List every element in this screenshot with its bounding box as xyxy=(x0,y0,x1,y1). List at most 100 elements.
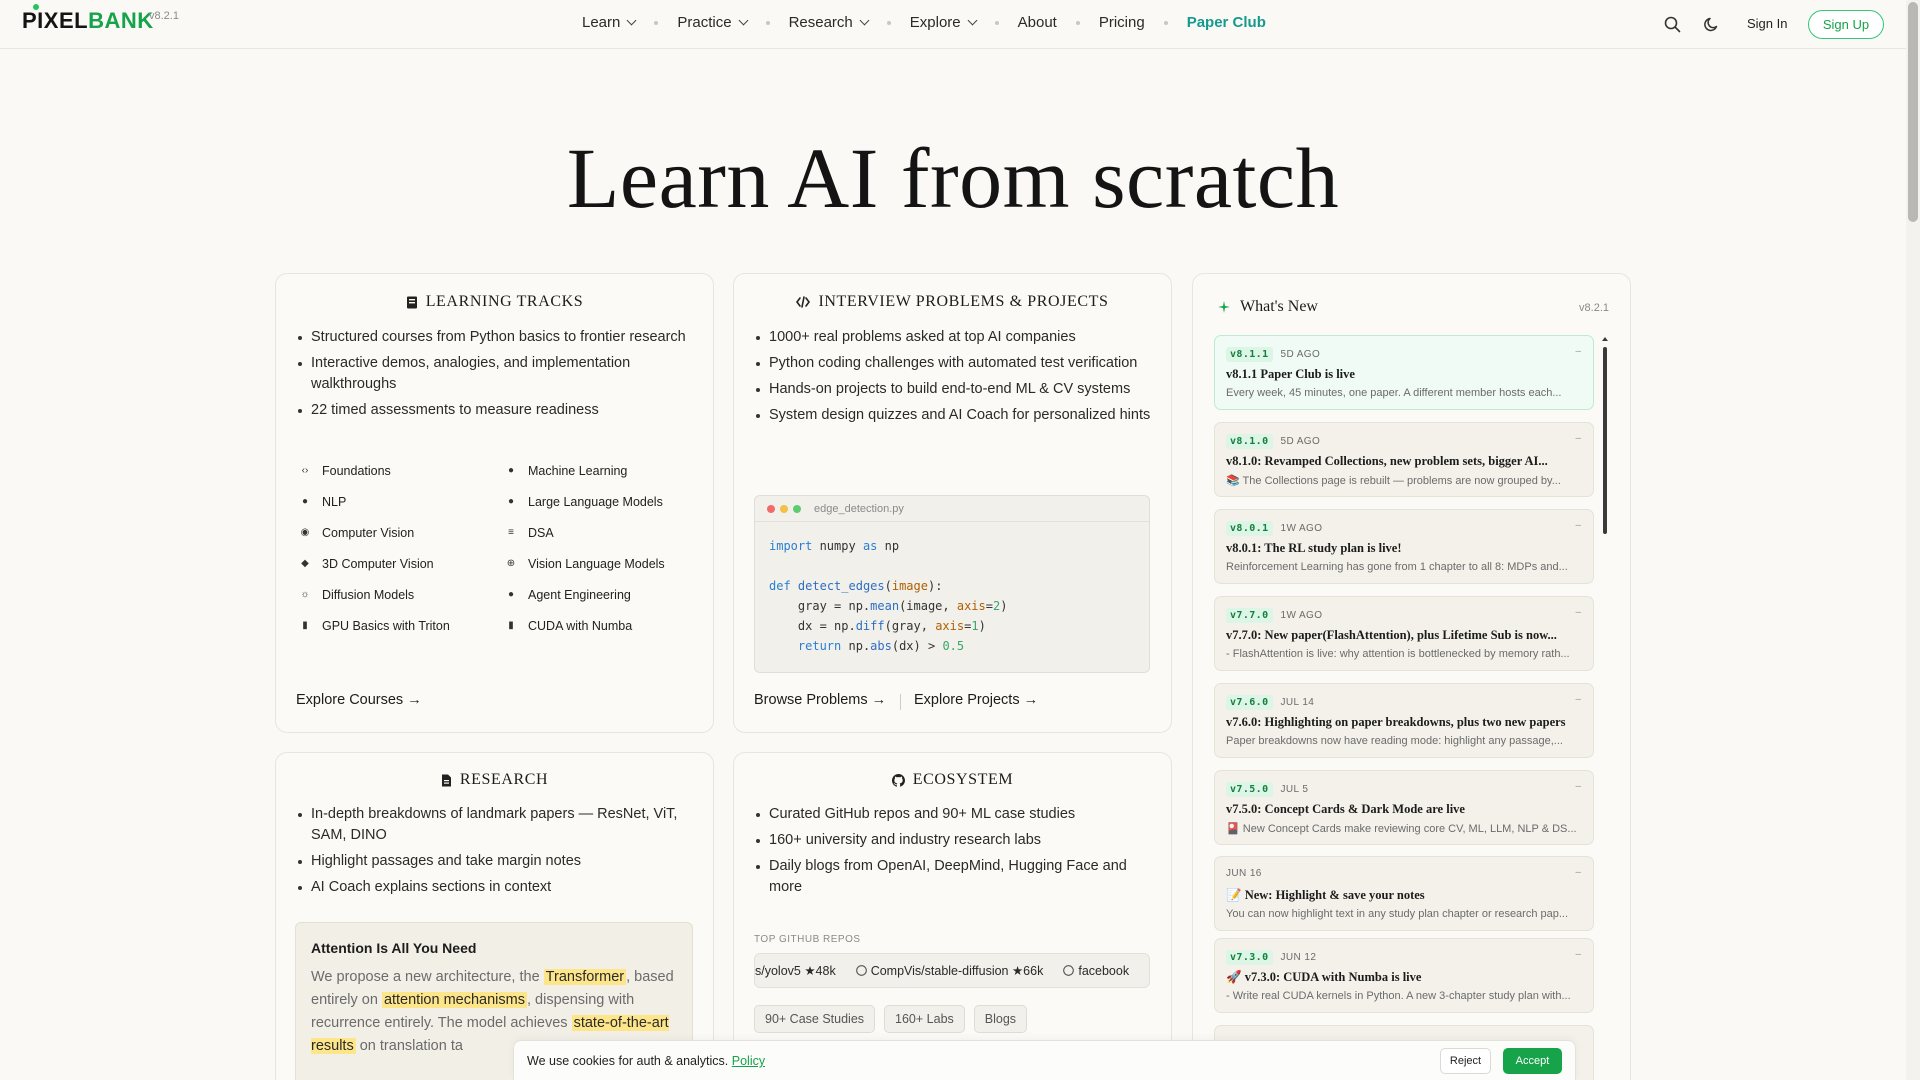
track-machine-learning[interactable]: ● Machine Learning xyxy=(506,462,706,479)
moon-icon[interactable] xyxy=(1700,13,1722,35)
code-title-bar: edge_detection.py xyxy=(755,496,1149,522)
chip-blogs[interactable]: Blogs xyxy=(973,1005,1028,1033)
list-item: Hands-on projects to build end-to-end ML… xyxy=(754,379,1154,400)
item-title: 📝 New: Highlight & save your notes xyxy=(1226,888,1425,902)
chip-case-studies[interactable]: 90+ Case Studies xyxy=(754,1005,876,1033)
browse-problems-link[interactable]: Browse Problems → xyxy=(754,692,886,708)
repo-item[interactable]: facebook xyxy=(1063,963,1129,978)
chevron-down-icon xyxy=(859,15,870,26)
nav-learn[interactable]: Learn xyxy=(582,14,637,31)
item-title: v7.7.0: New paper(FlashAttention), plus … xyxy=(1226,628,1557,642)
reject-button[interactable]: Reject xyxy=(1440,1048,1491,1074)
track-computer-vision[interactable]: ◉ Computer Vision xyxy=(300,524,506,541)
repo-marquee: s/yolov5 ★48k CompVis/stable-diffusion ★… xyxy=(754,953,1150,988)
sign-up-button[interactable]: Sign Up xyxy=(1808,10,1884,39)
track-cuda[interactable]: ▮ CUDA with Numba xyxy=(506,617,706,634)
nav-separator xyxy=(1075,20,1080,25)
track-nlp[interactable]: ● NLP xyxy=(300,493,506,510)
github-icon xyxy=(891,773,905,787)
track-dsa[interactable]: ≡ DSA xyxy=(506,524,706,541)
logo-text-1: PIXEL xyxy=(22,8,89,33)
item-date: JUN 12 xyxy=(1280,952,1317,963)
version-tag: v8.1.0 xyxy=(1226,434,1273,449)
list-item: Interactive demos, analogies, and implem… xyxy=(296,353,696,395)
item-desc: Reinforcement Learning has gone from 1 c… xyxy=(1226,561,1568,573)
highlight[interactable]: attention mechanisms xyxy=(381,992,527,1008)
track-diffusion[interactable]: ☼ Diffusion Models xyxy=(300,586,506,603)
explore-courses-link[interactable]: Explore Courses → xyxy=(296,692,422,708)
whats-new-version: v8.2.1 xyxy=(1579,302,1609,314)
code-icon xyxy=(796,296,811,308)
eye-icon: ◉ xyxy=(300,526,310,538)
repo-item[interactable]: s/yolov5 ★48k xyxy=(755,963,836,978)
whats-new-panel: What's New v8.2.1 v8.1.1 5D AGO – v8.1.1 … xyxy=(1192,273,1631,1080)
expand-icon[interactable]: – xyxy=(1575,433,1581,444)
chip-labs[interactable]: 160+ Labs xyxy=(884,1005,965,1033)
track-vlm[interactable]: ⊕ Vision Language Models xyxy=(506,555,706,572)
code-icon: ‹› xyxy=(301,464,309,476)
track-agent[interactable]: ● Agent Engineering xyxy=(506,586,706,603)
item-desc: - FlashAttention is live: why attention … xyxy=(1226,648,1570,660)
highlight[interactable]: Transformer xyxy=(543,969,627,985)
scroll-up-arrow[interactable] xyxy=(1602,337,1608,341)
brain-icon: ● xyxy=(507,464,515,476)
interview-bullets: 1000+ real problems asked at top AI comp… xyxy=(754,327,1154,431)
list-item: In-depth breakdowns of landmark papers —… xyxy=(296,804,696,846)
code-snippet: import numpy as np def detect_edges(imag… xyxy=(769,539,1008,653)
changelog-item[interactable]: v8.0.1 1W AGO – v8.0.1: The RL study plan… xyxy=(1214,509,1594,584)
window-dot-yellow xyxy=(780,504,788,513)
research-bullets: In-depth breakdowns of landmark papers —… xyxy=(296,804,696,903)
item-title: v7.5.0: Concept Cards & Dark Mode are li… xyxy=(1226,802,1465,816)
nav-practice[interactable]: Practice xyxy=(677,14,749,31)
expand-icon[interactable]: – xyxy=(1575,346,1581,357)
item-date: JUL 14 xyxy=(1280,697,1315,708)
expand-icon[interactable]: – xyxy=(1575,607,1581,618)
accept-button[interactable]: Accept xyxy=(1503,1048,1562,1074)
expand-icon[interactable]: – xyxy=(1575,781,1581,792)
changelog-item[interactable]: JUN 16 – 📝 New: Highlight & save your no… xyxy=(1214,856,1594,931)
nav-explore[interactable]: Explore xyxy=(910,14,978,31)
track-foundations[interactable]: ‹› Foundations xyxy=(300,462,506,479)
ecosystem-heading: ECOSYSTEM xyxy=(734,771,1171,789)
nav-research[interactable]: Research xyxy=(789,14,870,31)
search-icon[interactable] xyxy=(1661,13,1683,35)
track-llm[interactable]: ● Large Language Models xyxy=(506,493,706,510)
nav-separator xyxy=(886,20,891,25)
expand-icon[interactable]: – xyxy=(1575,867,1581,878)
changelog-item[interactable]: v8.1.0 5D AGO – v8.1.0: Revamped Collecti… xyxy=(1214,422,1594,497)
logo[interactable]: PIXELBANK xyxy=(22,8,154,38)
list-item: System design quizzes and AI Coach for p… xyxy=(754,405,1154,426)
changelog-item[interactable]: v8.1.1 5D AGO – v8.1.1 Paper Club is live… xyxy=(1214,335,1594,410)
nav-pricing[interactable]: Pricing xyxy=(1099,14,1145,31)
item-title: v8.1.1 Paper Club is live xyxy=(1226,367,1355,381)
expand-icon[interactable]: – xyxy=(1575,520,1581,531)
changelog-item[interactable]: v7.3.0 JUN 12 – 🚀 v7.3.0: CUDA with Numba… xyxy=(1214,938,1594,1013)
repo-item[interactable]: CompVis/stable-diffusion ★66k xyxy=(855,963,1043,978)
nav-paper-club[interactable]: Paper Club xyxy=(1187,14,1266,31)
expand-icon[interactable]: – xyxy=(1575,694,1581,705)
changelog-item[interactable]: v7.7.0 1W AGO – v7.7.0: New paper(FlashAt… xyxy=(1214,596,1594,671)
item-date: 1W AGO xyxy=(1280,523,1323,534)
sign-in-link[interactable]: Sign In xyxy=(1747,16,1787,31)
expand-icon[interactable]: – xyxy=(1575,949,1581,960)
explore-projects-link[interactable]: Explore Projects → xyxy=(914,692,1038,708)
nav-about[interactable]: About xyxy=(1018,14,1057,31)
version-tag: v7.3.0 xyxy=(1226,950,1273,965)
changelog-item[interactable]: v7.6.0 JUL 14 – v7.6.0: Highlighting on p… xyxy=(1214,683,1594,758)
github-icon xyxy=(1063,965,1075,976)
track-3d-cv[interactable]: ◆ 3D Computer Vision xyxy=(300,555,506,572)
panel-scrollbar-thumb[interactable] xyxy=(1603,347,1607,534)
changelog-item[interactable]: v7.5.0 JUL 5 – v7.5.0: Concept Cards & Da… xyxy=(1214,770,1594,845)
policy-link[interactable]: Policy xyxy=(732,1054,765,1068)
nav-separator xyxy=(654,20,659,25)
list-item: 1000+ real problems asked at top AI comp… xyxy=(754,327,1154,348)
chat-icon: ● xyxy=(301,495,309,507)
version-tag: v7.5.0 xyxy=(1226,782,1273,797)
globe-icon: ⊕ xyxy=(506,557,516,569)
version-tag: v7.6.0 xyxy=(1226,695,1273,710)
learning-tracks-title: LEARNING TRACKS xyxy=(425,293,584,310)
page-scrollbar-thumb[interactable] xyxy=(1908,2,1918,222)
track-triton[interactable]: ▮ GPU Basics with Triton xyxy=(300,617,506,634)
cookie-text: We use cookies for auth & analytics. Pol… xyxy=(527,1054,766,1068)
list-item: Highlight passages and take margin notes xyxy=(296,851,696,872)
